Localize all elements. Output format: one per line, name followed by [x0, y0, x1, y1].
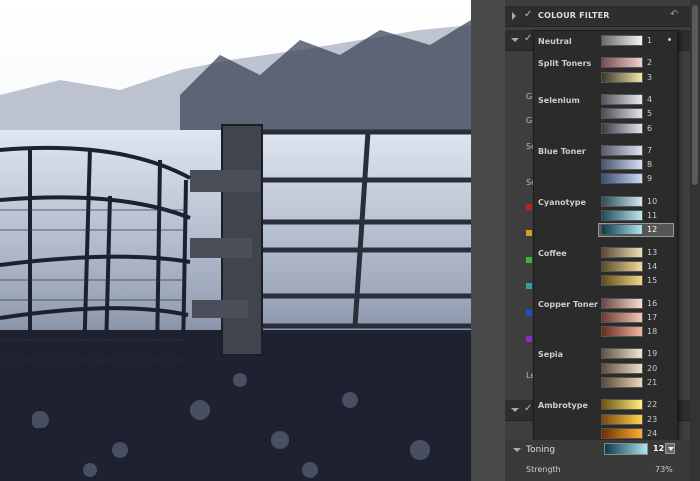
toning-swatch-number: 6 [647, 123, 653, 133]
toning-swatch-number: 14 [647, 261, 658, 271]
red-color-dot[interactable] [526, 204, 532, 210]
toning-swatch-number: 12 [647, 225, 658, 235]
enable-check-icon[interactable]: ✓ [524, 33, 532, 44]
toning-swatch[interactable] [601, 427, 643, 439]
toning-swatch-number: 10 [647, 196, 658, 206]
toning-swatch[interactable] [601, 144, 643, 156]
expand-arrow-icon[interactable] [511, 38, 519, 42]
toning-swatch-number: 8 [647, 160, 653, 170]
toning-swatch-number: 18 [647, 327, 658, 337]
toning-swatch-number: 21 [647, 378, 658, 387]
toning-swatch-number: 19 [647, 349, 658, 359]
magenta-color-dot[interactable] [526, 336, 532, 342]
toning-group-label: Sepia [538, 350, 564, 360]
toning-group-label: Coffee [538, 248, 567, 258]
toning-swatch-number: 4 [647, 94, 653, 104]
toning-swatch[interactable] [601, 210, 643, 221]
toning-swatch-number: 2 [647, 58, 653, 68]
toning-swatch-number: 3 [647, 72, 653, 82]
colour-filter-title: COLOUR FILTER [538, 11, 610, 20]
toning-swatch-number: 15 [647, 276, 658, 286]
panel-gutter [471, 0, 505, 481]
toning-swatch[interactable] [601, 93, 643, 105]
enable-check-icon[interactable]: ✓ [524, 9, 532, 20]
green-color-dot[interactable] [526, 257, 532, 263]
toning-swatch[interactable] [601, 246, 643, 258]
toning-swatch[interactable] [601, 362, 643, 374]
photo-preview [0, 0, 471, 481]
strength-value: 73% [655, 465, 673, 474]
toning-swatch-number: 9 [647, 174, 653, 184]
current-item-dot [668, 38, 671, 41]
toning-swatch-number: 11 [647, 211, 658, 220]
panel-scrollbar[interactable] [690, 0, 700, 481]
colour-filter-header[interactable]: ✓ COLOUR FILTER ↶ [505, 6, 690, 27]
toning-swatch[interactable] [601, 399, 643, 411]
toning-group-label: Copper Toner [538, 299, 598, 309]
toning-selected-swatch[interactable] [604, 443, 648, 455]
toning-group-label: Split Toners [538, 59, 592, 69]
toning-swatch[interactable] [601, 311, 643, 323]
toning-swatch-number: 13 [647, 247, 658, 257]
toning-swatch[interactable] [601, 159, 643, 171]
toning-swatch-number: 7 [647, 145, 653, 155]
toning-swatch[interactable] [601, 122, 643, 134]
toning-swatch[interactable] [601, 224, 643, 236]
toning-swatch[interactable] [601, 108, 643, 120]
toning-expand-icon[interactable] [513, 448, 521, 452]
toning-swatch[interactable] [601, 297, 643, 309]
toning-swatch[interactable] [601, 260, 643, 272]
toning-swatch-number: 22 [647, 400, 658, 410]
toning-swatch-number: 16 [647, 298, 658, 308]
toning-swatch[interactable] [601, 348, 643, 360]
toning-swatch[interactable] [601, 275, 643, 287]
toning-swatch-number: 23 [647, 414, 658, 424]
toning-swatch[interactable] [601, 57, 643, 69]
scrollbar-thumb[interactable] [692, 5, 698, 185]
toning-swatch-number: 20 [647, 363, 658, 373]
collapse-arrow-icon[interactable] [512, 12, 516, 20]
toning-swatch[interactable] [601, 377, 643, 388]
toning-swatch[interactable] [601, 413, 643, 425]
toning-label: Toning [526, 445, 556, 455]
strength-label: Strength [526, 465, 561, 474]
toning-group-label: Neutral [538, 37, 572, 46]
toning-swatch[interactable] [601, 71, 643, 83]
toning-group-label: Blue Toner [538, 146, 586, 156]
dropdown-arrow-icon[interactable] [665, 443, 675, 454]
toning-swatch-number: 5 [647, 109, 653, 119]
toning-swatch-number: 1 [647, 36, 653, 45]
toning-swatch-number: 17 [647, 312, 658, 322]
cyan-color-dot[interactable] [526, 283, 532, 289]
toning-group-label: Ambrotype [538, 401, 588, 411]
expand-arrow-icon[interactable] [511, 408, 519, 412]
blue-color-dot[interactable] [526, 310, 532, 316]
toning-swatch-number: 24 [647, 428, 658, 438]
toning-swatch[interactable] [601, 35, 643, 46]
toning-control: Toning 12 Strength 73% [505, 440, 690, 481]
toning-swatch[interactable] [601, 195, 643, 207]
toning-swatch[interactable] [601, 326, 643, 338]
toning-selected-number: 12 [653, 444, 665, 453]
reset-icon[interactable]: ↶ [670, 9, 678, 20]
enable-check-icon[interactable]: ✓ [524, 403, 532, 414]
toning-dropdown-list[interactable]: Neutral 1 Split Toners 2 3 Selenium 4 5 6 Blue To… [533, 30, 678, 442]
yellow-color-dot[interactable] [526, 230, 532, 236]
toning-group-label: Selenium [538, 95, 580, 105]
toning-swatch[interactable] [601, 173, 643, 185]
toning-group-label: Cyanotype [538, 197, 586, 207]
